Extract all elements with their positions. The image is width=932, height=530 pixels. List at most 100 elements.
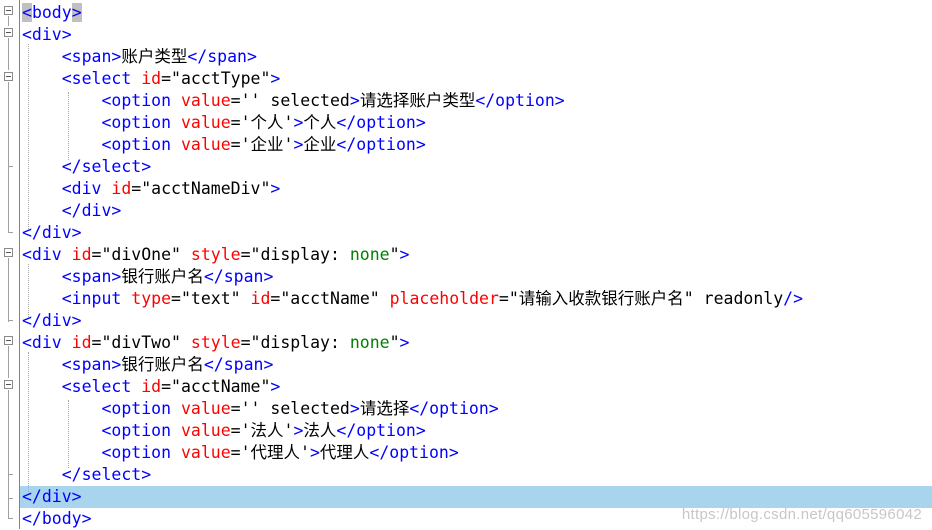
code-line[interactable]: <span>银行账户名</span> xyxy=(22,354,274,376)
fold-toggle-icon[interactable] xyxy=(4,72,13,81)
tag: </option> xyxy=(369,443,459,462)
tag: > xyxy=(293,135,304,154)
attribute-value: '代理人' xyxy=(240,443,310,462)
attribute: value xyxy=(180,91,231,110)
equals: = xyxy=(171,289,181,308)
tag: <div> xyxy=(22,25,72,44)
tag: > xyxy=(309,443,320,462)
tag: </select> xyxy=(61,465,152,484)
code-line[interactable]: <div id="acctNameDiv"> xyxy=(22,178,281,200)
code-line[interactable]: </div> xyxy=(22,200,122,222)
code-line[interactable]: <span>银行账户名</span> xyxy=(22,266,274,288)
tag: </option> xyxy=(409,399,499,418)
attribute-value: "divOne" xyxy=(101,245,181,264)
text: 请选择账户类型 xyxy=(359,91,476,110)
code-line[interactable]: <div id="divOne" style="display: none"> xyxy=(22,244,409,266)
attribute-value: " xyxy=(389,333,400,352)
code-line[interactable]: <option value='代理人'>代理人</option> xyxy=(22,442,459,464)
code-line[interactable]: <option value='' selected>请选择</option> xyxy=(22,398,499,420)
tag: > xyxy=(399,245,410,264)
tag-name: body xyxy=(31,3,72,22)
code-line[interactable]: <option value='个人'>个人</option> xyxy=(22,112,425,134)
tag: <span> xyxy=(61,355,122,374)
tag: > xyxy=(293,113,304,132)
attribute: value xyxy=(180,443,231,462)
code-line[interactable]: <div id="divTwo" style="display: none"> xyxy=(22,332,409,354)
attribute-value: '' xyxy=(240,91,261,110)
attribute-value: "text" xyxy=(180,289,241,308)
code-line-current[interactable]: </div> xyxy=(22,486,82,508)
code-line[interactable]: <span>账户类型</span> xyxy=(22,46,257,68)
fold-toggle-icon[interactable] xyxy=(4,248,13,257)
equals: = xyxy=(161,377,172,396)
code-line[interactable]: </body> xyxy=(22,508,92,530)
tag: </div> xyxy=(22,223,82,242)
code-line[interactable]: <select id="acctName"> xyxy=(22,376,281,398)
attribute: style xyxy=(190,333,241,352)
tag: <input xyxy=(61,289,132,308)
code-line[interactable]: </select> xyxy=(22,156,151,178)
equals: = xyxy=(240,333,251,352)
text: 个人 xyxy=(303,113,337,132)
fold-toggle-icon[interactable] xyxy=(4,28,13,37)
tag: </div> xyxy=(61,201,122,220)
equals: = xyxy=(230,443,241,462)
text: 银行账户名 xyxy=(121,355,204,374)
code-line[interactable]: </div> xyxy=(22,310,82,332)
code-line[interactable]: <option value='企业'>企业</option> xyxy=(22,134,425,156)
code-line[interactable]: <div> xyxy=(22,24,72,46)
attribute: placeholder xyxy=(389,289,499,308)
attribute: readonly xyxy=(703,289,784,308)
attribute-value: "acctName" xyxy=(171,377,271,396)
fold-toggle-icon[interactable] xyxy=(4,336,13,345)
tag: > xyxy=(270,69,281,88)
fold-end xyxy=(8,320,13,321)
code-editor[interactable]: <body> <div> <span>账户类型</span> <select i… xyxy=(0,0,932,529)
fold-toggle-icon[interactable] xyxy=(4,380,13,389)
fold-line xyxy=(8,498,9,518)
text: 企业 xyxy=(303,135,337,154)
tag: > xyxy=(270,179,281,198)
code-line[interactable]: </div> xyxy=(22,222,82,244)
tag: /> xyxy=(783,289,804,308)
tag: <option xyxy=(101,91,181,110)
tag: <div xyxy=(22,245,72,264)
text: 代理人 xyxy=(319,443,370,462)
equals: = xyxy=(230,91,241,110)
fold-end xyxy=(8,518,13,519)
code-line[interactable]: <body> xyxy=(22,2,82,24)
tag-bracket: > xyxy=(71,3,82,22)
code-line[interactable]: <input type="text" id="acctName" placeho… xyxy=(22,288,803,310)
attribute: id xyxy=(250,289,271,308)
fold-line xyxy=(8,390,9,498)
attribute-value: "divTwo" xyxy=(101,333,181,352)
attribute-value: '法人' xyxy=(240,421,294,440)
tag: </option> xyxy=(336,421,426,440)
tag: <select xyxy=(61,377,142,396)
tag: <select xyxy=(61,69,142,88)
attribute: value xyxy=(180,113,231,132)
text: 账户类型 xyxy=(121,47,188,66)
code-line[interactable]: <select id="acctType"> xyxy=(22,68,281,90)
equals: = xyxy=(240,245,251,264)
code-line[interactable]: </select> xyxy=(22,464,151,486)
attribute: style xyxy=(190,245,241,264)
fold-end xyxy=(8,474,13,475)
code-line[interactable]: <option value='法人'>法人</option> xyxy=(22,420,426,442)
tag: </div> xyxy=(22,487,82,506)
equals: = xyxy=(498,289,509,308)
style-value: none xyxy=(349,333,390,352)
fold-line xyxy=(8,258,9,322)
code-line[interactable]: <option value='' selected>请选择账户类型</optio… xyxy=(22,90,564,112)
equals: = xyxy=(230,399,241,418)
attribute: id xyxy=(141,69,162,88)
attribute-value: "display: xyxy=(250,245,350,264)
fold-toggle-icon[interactable] xyxy=(4,6,13,15)
fold-end xyxy=(8,498,13,499)
tag: <option xyxy=(101,135,181,154)
